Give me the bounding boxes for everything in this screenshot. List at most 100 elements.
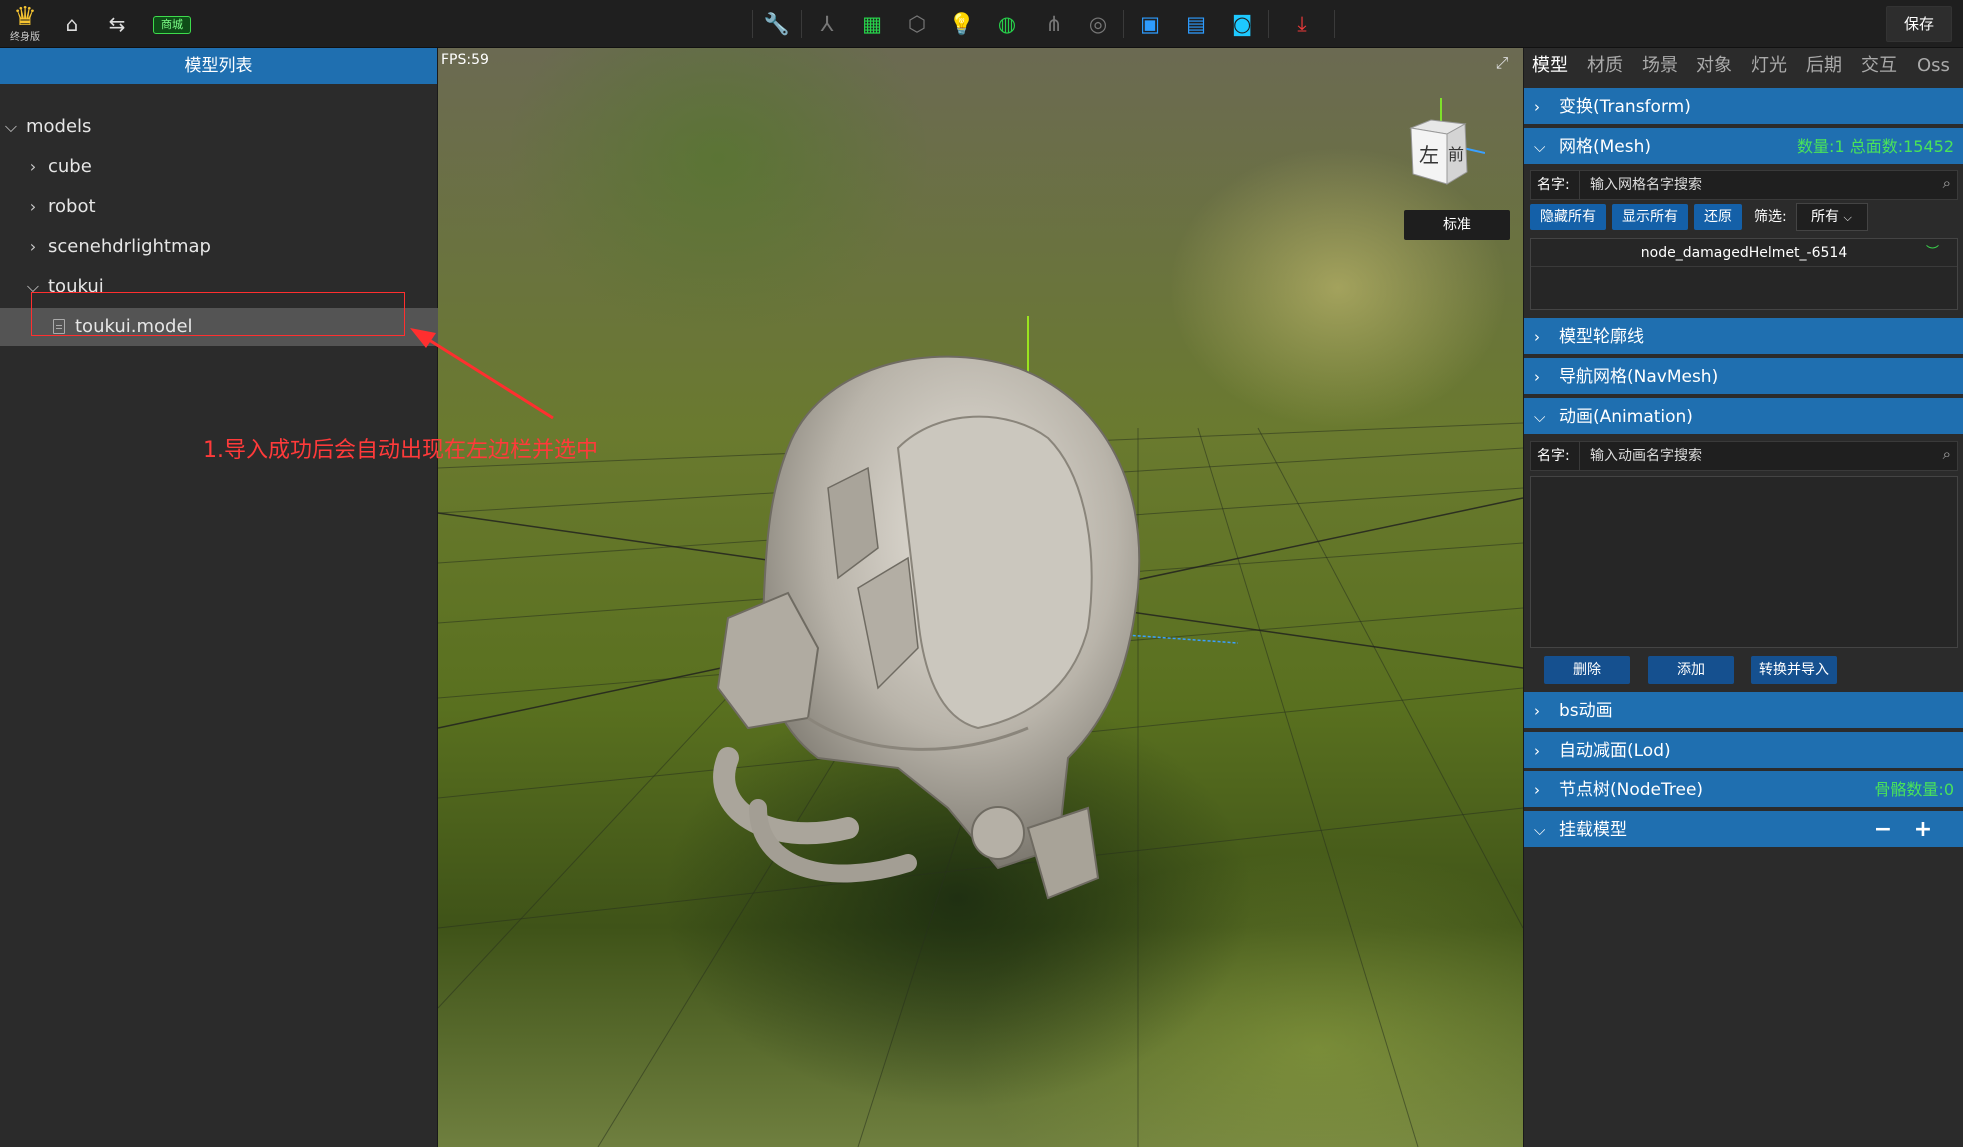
wrench-icon[interactable]: 🔧 [763,10,791,38]
chevron-right-icon: › [1534,368,1540,386]
globe-icon[interactable]: ◎ [1084,10,1112,38]
tab-post[interactable]: 后期 [1806,48,1842,84]
chevron-right-icon[interactable]: › [24,188,42,226]
bulb-icon[interactable]: 💡 [948,10,976,38]
tree-item-toukui-model[interactable]: toukui.model [0,308,438,346]
list-item[interactable]: node_damagedHelmet_-6514 ︶ [1531,239,1957,267]
section-navmesh[interactable]: › 导航网格(NavMesh) [1524,356,1963,394]
cube-face-front[interactable]: 前 [1448,145,1464,164]
crown-icon: ♛ [13,2,37,32]
tree-item-toukui[interactable]: ⌵ toukui [0,268,438,306]
view-cube[interactable]: 左 前 [1405,98,1485,188]
3d-viewport[interactable]: FPS:59 ⤢ 左 前 标准 [438,48,1523,1147]
section-title: bs动画 [1559,701,1613,721]
tab-object[interactable]: 对象 [1696,48,1732,84]
section-nodetree[interactable]: › 节点树(NodeTree) 骨骼数量:0 [1524,769,1963,807]
section-bs-animation[interactable]: › bs动画 [1524,690,1963,728]
material-sphere-icon[interactable]: ◍ [993,10,1021,38]
chevron-right-icon: › [1534,98,1540,116]
tab-oss[interactable]: Oss [1917,48,1950,84]
filter-value: 所有 [1811,209,1839,225]
restore-button[interactable]: 还原 [1694,204,1742,230]
section-outline[interactable]: › 模型轮廓线 [1524,316,1963,354]
section-lod[interactable]: › 自动减面(Lod) [1524,730,1963,768]
chevron-down-icon: ⌵ [1534,138,1546,156]
animation-list [1530,476,1958,648]
tree-item-label: scenehdrlightmap [48,236,211,257]
tree-item-label: models [26,116,92,137]
mesh-search-row: 名字: ⌕ [1530,170,1958,200]
particle-icon[interactable]: ⋔ [1040,10,1068,38]
home-icon[interactable]: ⌂ [60,12,84,36]
filter-select[interactable]: 所有 ⌵ [1796,203,1868,231]
chevron-down-icon[interactable]: ⌵ [24,268,42,306]
tree-item-models[interactable]: ⌵ models [0,108,438,146]
tree-item-cube[interactable]: › cube [0,148,438,186]
section-title: 动画(Animation) [1559,407,1693,427]
delete-button[interactable]: 删除 [1544,656,1630,684]
add-button[interactable]: 添加 [1648,656,1734,684]
minus-icon[interactable]: − [1871,811,1895,849]
section-title: 挂载模型 [1559,820,1627,840]
toolbar-divider [752,10,753,38]
search-icon[interactable]: ⌕ [1943,174,1951,192]
section-attach-model[interactable]: ⌵ 挂载模型 − + [1524,809,1963,847]
section-mesh[interactable]: ⌵ 网格(Mesh) 数量:1 总面数:15452 [1524,126,1963,164]
skeleton-icon[interactable]: ⅄ [813,10,841,38]
cube-icon[interactable]: ⬡ [903,10,931,38]
clapper-icon[interactable]: ▤ [1182,10,1210,38]
bone-count: 骨骼数量:0 [1874,780,1954,799]
mesh-item-label: node_damagedHelmet_-6514 [1640,245,1848,261]
tab-scene[interactable]: 场景 [1642,48,1678,84]
model-list-panel: 模型列表 ⌵ models › cube › robot › scenehdrl… [0,48,438,1147]
chevron-right-icon[interactable]: › [24,228,42,266]
chevron-down-icon[interactable]: ⌵ [2,108,20,146]
search-icon[interactable]: ⌕ [1943,445,1951,463]
video-icon[interactable]: ▣ [1136,10,1164,38]
tree-item-label: toukui [48,276,104,297]
section-animation[interactable]: ⌵ 动画(Animation) [1524,396,1963,434]
section-title: 模型轮廓线 [1559,327,1644,347]
section-title: 导航网格(NavMesh) [1559,367,1719,387]
filter-label: 筛选: [1754,209,1787,225]
tab-material[interactable]: 材质 [1587,48,1623,84]
tab-interaction[interactable]: 交互 [1861,48,1897,84]
chevron-right-icon: › [1534,328,1540,346]
camera-icon[interactable]: ◙ [1228,10,1256,38]
save-button[interactable]: 保存 [1886,6,1952,42]
section-title: 变换(Transform) [1559,97,1691,117]
property-tabs: 模型 材质 场景 对象 灯光 后期 交互 Oss [1524,48,1963,84]
tab-light[interactable]: 灯光 [1751,48,1787,84]
chevron-right-icon: › [1534,781,1540,799]
properties-panel: 模型 材质 场景 对象 灯光 后期 交互 Oss › 变换(Transform)… [1523,48,1963,1147]
brand-label: 终身版 [10,32,40,43]
switch-icon[interactable]: ⇆ [105,12,129,36]
tab-model[interactable]: 模型 [1532,48,1568,84]
animation-search-input[interactable] [1579,442,1929,470]
standard-view-button[interactable]: 标准 [1404,210,1510,240]
plus-icon[interactable]: + [1911,811,1935,849]
helmet-model[interactable] [668,288,1208,928]
brand-badge[interactable]: ♛ 终身版 [8,2,42,46]
animation-name-label: 名字: [1537,448,1570,464]
shop-button[interactable]: 商城 [153,16,191,34]
tree-item-label: cube [48,156,92,177]
fps-counter: FPS:59 [441,52,489,68]
toolbar-divider [1123,10,1124,38]
section-title: 网格(Mesh) [1559,137,1652,157]
fullscreen-icon[interactable]: ⤢ [1493,54,1511,72]
chevron-right-icon[interactable]: › [24,148,42,186]
cube-face-left[interactable]: 左 [1419,143,1439,167]
download-icon[interactable]: ⤓ [1288,10,1316,38]
section-transform[interactable]: › 变换(Transform) [1524,86,1963,124]
mesh-search-input[interactable] [1579,171,1929,199]
convert-import-button[interactable]: 转换并导入 [1751,656,1837,684]
chevron-right-icon: › [1534,702,1540,720]
eye-closed-icon[interactable]: ︶ [1926,239,1939,267]
top-toolbar: ♛ 终身版 ⌂ ⇆ 商城 🔧 ⅄ ▦ ⬡ 💡 ◍ ⋔ ◎ ▣ ▤ ◙ ⤓ 保存 [0,0,1963,48]
hide-all-button[interactable]: 隐藏所有 [1530,204,1606,230]
tree-item-robot[interactable]: › robot [0,188,438,226]
grid-icon[interactable]: ▦ [858,10,886,38]
show-all-button[interactable]: 显示所有 [1612,204,1688,230]
tree-item-scenehdrlightmap[interactable]: › scenehdrlightmap [0,228,438,266]
